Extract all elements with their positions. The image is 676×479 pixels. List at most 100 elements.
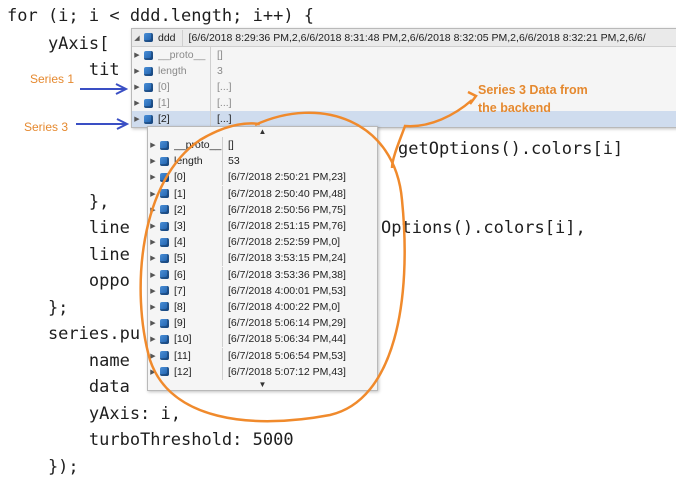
datatip-row[interactable]: ▶ [8] [6/7/2018 4:00:22 PM,0] — [148, 298, 377, 315]
datatip-row-value[interactable]: [] — [217, 49, 223, 61]
object-icon — [160, 253, 169, 263]
datatip-row[interactable]: ▶ [2] [6/7/2018 2:50:56 PM,75] — [148, 201, 377, 218]
datatip-variable-value[interactable]: [6/6/2018 8:29:36 PM,2,6/6/2018 8:31:48 … — [189, 32, 646, 44]
code-line[interactable]: for (i; i < ddd.length; i++) { — [7, 4, 314, 28]
datatip-row[interactable]: ▶ [4] [6/7/2018 2:52:59 PM,0] — [148, 234, 377, 251]
datatip-row-value[interactable]: [6/7/2018 2:51:15 PM,76] — [228, 220, 346, 232]
expand-arrow-icon[interactable]: ▶ — [148, 368, 158, 376]
expand-arrow-icon[interactable]: ▶ — [148, 222, 158, 230]
datatip-row-value[interactable]: [6/7/2018 3:53:15 PM,24] — [228, 252, 346, 264]
datatip-row-name: [1] — [174, 187, 186, 200]
datatip-ddd[interactable]: ◢ ddd [6/6/2018 8:29:36 PM,2,6/6/2018 8:… — [131, 28, 676, 128]
datatip-row[interactable]: ▶ [10] [6/7/2018 5:06:34 PM,44] — [148, 331, 377, 348]
datatip-row[interactable]: ▶ [1] [...] — [132, 95, 676, 111]
datatip-variable-name: ddd — [158, 31, 176, 44]
datatip-row-value[interactable]: [] — [228, 139, 234, 151]
datatip-row-value[interactable]: [...] — [217, 97, 232, 109]
expand-arrow-icon[interactable]: ▶ — [148, 335, 158, 343]
expand-arrow-icon[interactable]: ▶ — [148, 303, 158, 311]
datatip-row-value[interactable]: [6/7/2018 2:52:59 PM,0] — [228, 236, 340, 248]
datatip-row-value[interactable]: [...] — [217, 81, 232, 93]
expand-arrow-icon[interactable]: ▶ — [148, 173, 158, 181]
datatip-row[interactable]: ▶ [5] [6/7/2018 3:53:15 PM,24] — [148, 250, 377, 267]
datatip-row[interactable]: ▶ length 3 — [132, 63, 676, 79]
code-line[interactable]: line — [7, 243, 130, 267]
datatip-row-value[interactable]: 53 — [228, 155, 240, 167]
datatip-row[interactable]: ▶ [11] [6/7/2018 5:06:54 PM,53] — [148, 347, 377, 364]
datatip-row-value[interactable]: [6/7/2018 5:06:54 PM,53] — [228, 350, 346, 362]
datatip-row-name: [6] — [174, 268, 186, 281]
code-line[interactable]: data — [7, 375, 130, 399]
code-line[interactable]: line — [7, 216, 130, 240]
code-line[interactable]: Options().colors[i], — [381, 216, 586, 240]
code-line[interactable]: }, — [7, 190, 109, 214]
scroll-up-icon[interactable]: ▲ — [148, 127, 377, 137]
datatip-series3[interactable]: ▲ ▶ __proto__ [] ▶ length 53 ▶ [0] [6/7/2018 2:5… — [147, 126, 378, 391]
expand-arrow-icon[interactable]: ▶ — [132, 83, 142, 91]
expand-arrow-icon[interactable]: ▶ — [132, 115, 142, 123]
datatip-row[interactable]: ▶ __proto__ [] — [132, 47, 676, 63]
code-line[interactable]: getOptions().colors[i] — [398, 137, 623, 161]
scroll-down-icon[interactable]: ▼ — [148, 380, 377, 390]
datatip-row-name: [3] — [174, 220, 186, 233]
expand-arrow-icon[interactable]: ▶ — [148, 238, 158, 246]
datatip-row-name: [10] — [174, 333, 192, 346]
expand-arrow-icon[interactable]: ▶ — [148, 206, 158, 214]
datatip-row-value[interactable]: [6/7/2018 2:50:56 PM,75] — [228, 204, 346, 216]
datatip-row-name: [1] — [158, 97, 170, 109]
datatip-row-value[interactable]: [6/7/2018 5:06:34 PM,44] — [228, 333, 346, 345]
object-icon — [160, 367, 169, 377]
expand-arrow-icon[interactable]: ▶ — [148, 271, 158, 279]
code-line[interactable]: yAxis: i, — [7, 402, 181, 426]
object-icon — [144, 114, 153, 124]
datatip-row[interactable]: ▶ [9] [6/7/2018 5:06:14 PM,29] — [148, 315, 377, 332]
divider — [210, 47, 211, 63]
code-line[interactable]: name — [7, 349, 130, 373]
object-icon — [160, 286, 169, 296]
datatip-row-name: length — [174, 155, 203, 168]
expand-arrow-icon[interactable]: ▶ — [148, 319, 158, 327]
code-line[interactable]: }; — [7, 296, 68, 320]
datatip-header[interactable]: ◢ ddd [6/6/2018 8:29:36 PM,2,6/6/2018 8:… — [132, 29, 676, 47]
datatip-row-value[interactable]: [6/7/2018 3:53:36 PM,38] — [228, 269, 346, 281]
datatip-row-value[interactable]: [6/7/2018 2:50:21 PM,23] — [228, 171, 346, 183]
collapse-arrow-icon[interactable]: ◢ — [132, 34, 142, 42]
expand-arrow-icon[interactable]: ▶ — [132, 99, 142, 107]
datatip-row-value[interactable]: [6/7/2018 2:50:40 PM,48] — [228, 188, 346, 200]
expand-arrow-icon[interactable]: ▶ — [148, 190, 158, 198]
expand-arrow-icon[interactable]: ▶ — [132, 67, 142, 75]
datatip-row-value[interactable]: [6/7/2018 5:07:12 PM,43] — [228, 366, 346, 378]
object-icon — [160, 156, 169, 166]
datatip-row[interactable]: ▶ [6] [6/7/2018 3:53:36 PM,38] — [148, 266, 377, 283]
datatip-row-value[interactable]: [...] — [217, 113, 232, 125]
expand-arrow-icon[interactable]: ▶ — [148, 287, 158, 295]
datatip-row-value[interactable]: [6/7/2018 4:00:22 PM,0] — [228, 301, 340, 313]
object-icon — [160, 302, 169, 312]
expand-arrow-icon[interactable]: ▶ — [148, 254, 158, 262]
code-line[interactable]: oppo — [7, 269, 130, 293]
expand-arrow-icon[interactable]: ▶ — [148, 141, 158, 149]
datatip-row[interactable]: ▶ [7] [6/7/2018 4:00:01 PM,53] — [148, 282, 377, 299]
code-line[interactable]: }); — [7, 455, 79, 479]
code-line[interactable]: turboThreshold: 5000 — [7, 428, 294, 452]
code-line[interactable]: yAxis[ — [7, 32, 109, 56]
expand-arrow-icon[interactable]: ▶ — [148, 157, 158, 165]
code-line[interactable]: tit — [7, 58, 120, 82]
datatip-row[interactable]: ▶ [2] [...] — [132, 111, 676, 127]
expand-arrow-icon[interactable]: ▶ — [132, 51, 142, 59]
code-line[interactable]: series.pu — [7, 322, 140, 346]
datatip-row[interactable]: ▶ __proto__ [] — [148, 137, 377, 154]
datatip-row[interactable]: ▶ [0] [6/7/2018 2:50:21 PM,23] — [148, 169, 377, 186]
datatip-row-value[interactable]: 3 — [217, 65, 223, 77]
datatip-row[interactable]: ▶ [1] [6/7/2018 2:50:40 PM,48] — [148, 185, 377, 202]
datatip-row-value[interactable]: [6/7/2018 4:00:01 PM,53] — [228, 285, 346, 297]
datatip-row[interactable]: ▶ [3] [6/7/2018 2:51:15 PM,76] — [148, 218, 377, 235]
datatip-row-value[interactable]: [6/7/2018 5:06:14 PM,29] — [228, 317, 346, 329]
object-icon — [160, 270, 169, 280]
datatip-row[interactable]: ▶ [12] [6/7/2018 5:07:12 PM,43] — [148, 363, 377, 380]
object-icon — [144, 66, 153, 76]
datatip-row[interactable]: ▶ length 53 — [148, 153, 377, 170]
expand-arrow-icon[interactable]: ▶ — [148, 352, 158, 360]
divider — [181, 29, 183, 46]
datatip-row[interactable]: ▶ [0] [...] — [132, 79, 676, 95]
